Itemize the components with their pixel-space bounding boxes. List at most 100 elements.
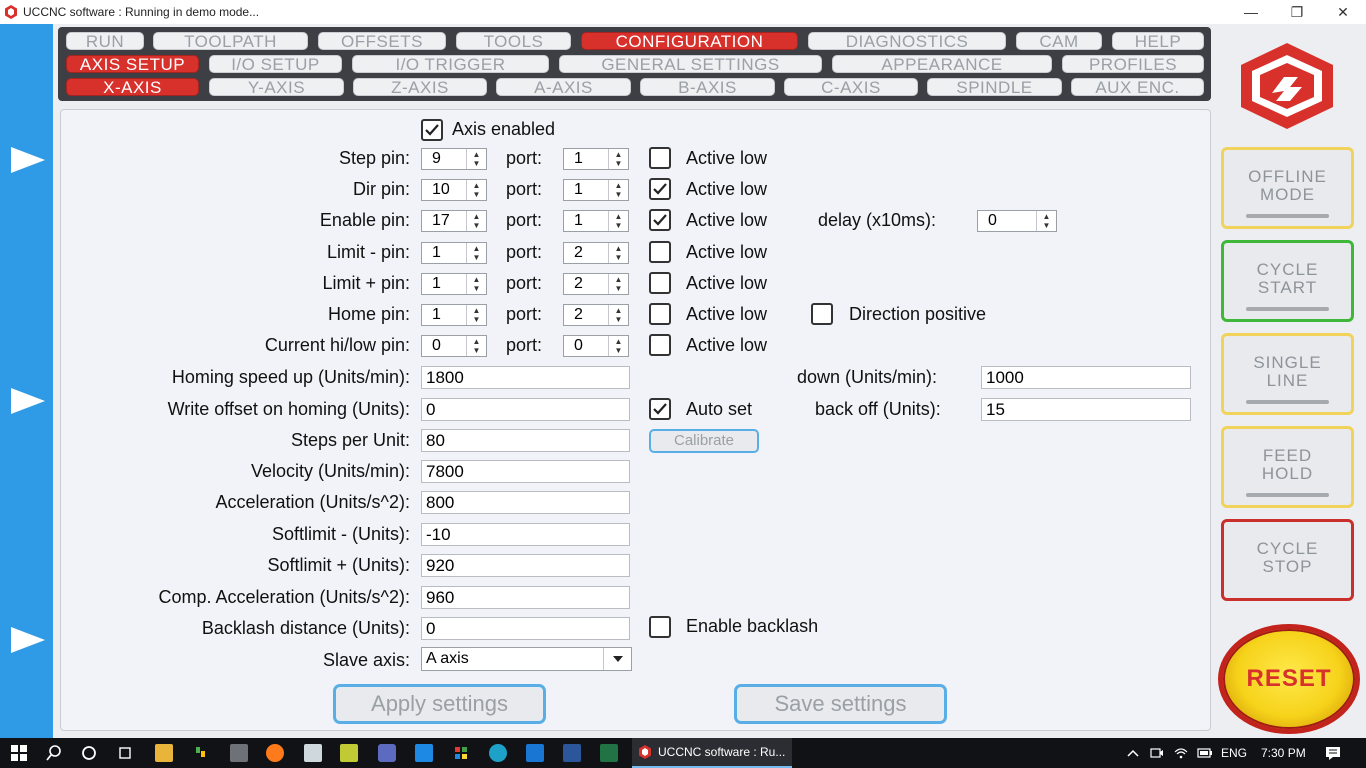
- play-arrow-icon[interactable]: [11, 388, 45, 414]
- tab-io-setup[interactable]: I/O SETUP: [209, 55, 342, 74]
- apply-settings-button[interactable]: Apply settings: [333, 684, 546, 724]
- velocity-field[interactable]: 7800: [421, 460, 630, 483]
- tab-aux-enc[interactable]: AUX ENC.: [1071, 78, 1204, 97]
- active-low-checkbox[interactable]: [649, 209, 671, 231]
- spinner-arrows-icon[interactable]: ▲ ▼: [1036, 211, 1056, 231]
- tab-a-axis[interactable]: A-AXIS: [496, 78, 631, 97]
- meet-now-icon[interactable]: [1148, 744, 1166, 762]
- notifications-icon[interactable]: [1324, 744, 1342, 762]
- spinner-arrows-icon[interactable]: ▲ ▼: [466, 243, 486, 263]
- spinner-arrows-icon[interactable]: ▲ ▼: [608, 149, 628, 169]
- backlash-field[interactable]: 0: [421, 617, 630, 640]
- spinner-arrows-icon[interactable]: ▲ ▼: [608, 305, 628, 325]
- active-low-checkbox[interactable]: [649, 178, 671, 200]
- pinned-app-icon[interactable]: [378, 744, 396, 762]
- tab-profiles[interactable]: PROFILES: [1062, 55, 1204, 74]
- tab-configuration[interactable]: CONFIGURATION: [581, 32, 798, 51]
- tab-c-axis[interactable]: C-AXIS: [784, 78, 918, 97]
- tab-spindle[interactable]: SPINDLE: [927, 78, 1062, 97]
- edge-icon[interactable]: [489, 744, 507, 762]
- tab-appearance[interactable]: APPEARANCE: [832, 55, 1052, 74]
- firefox-icon[interactable]: [266, 744, 284, 762]
- tab-z-axis[interactable]: Z-AXIS: [353, 78, 487, 97]
- port-spinner[interactable]: 1 ▲ ▼: [563, 148, 629, 170]
- excel-icon[interactable]: [600, 744, 618, 762]
- comp-accel-field[interactable]: 960: [421, 586, 630, 609]
- active-low-checkbox[interactable]: [649, 147, 671, 169]
- enable-backlash-checkbox[interactable]: [649, 616, 671, 638]
- tab-tools[interactable]: TOOLS: [456, 32, 571, 51]
- tab-b-axis[interactable]: B-AXIS: [640, 78, 775, 97]
- cycle-stop-button[interactable]: CYCLE STOP: [1221, 519, 1354, 601]
- pin-spinner[interactable]: 1 ▲ ▼: [421, 304, 487, 326]
- language-indicator[interactable]: ENG: [1221, 746, 1247, 760]
- spinner-arrows-icon[interactable]: ▲ ▼: [608, 243, 628, 263]
- minimize-button[interactable]: —: [1228, 0, 1274, 24]
- port-spinner[interactable]: 2 ▲ ▼: [563, 242, 629, 264]
- notes-icon[interactable]: [340, 744, 358, 762]
- notepad-icon[interactable]: [304, 744, 322, 762]
- tab-axis-setup[interactable]: AXIS SETUP: [66, 55, 199, 74]
- save-settings-button[interactable]: Save settings: [734, 684, 947, 724]
- pinned-app-icon[interactable]: [415, 744, 433, 762]
- tab-x-axis[interactable]: X-AXIS: [66, 78, 199, 97]
- tab-diagnostics[interactable]: DIAGNOSTICS: [808, 32, 1006, 51]
- calculator-icon[interactable]: [230, 744, 248, 762]
- reset-button[interactable]: RESET: [1218, 624, 1360, 734]
- pin-spinner[interactable]: 17 ▲ ▼: [421, 210, 487, 232]
- single-line-button[interactable]: SINGLE LINE: [1221, 333, 1354, 415]
- active-low-checkbox[interactable]: [649, 303, 671, 325]
- homing-down-field[interactable]: 1000: [981, 366, 1191, 389]
- tab-help[interactable]: HELP: [1112, 32, 1204, 51]
- maximize-button[interactable]: ❐: [1274, 0, 1320, 24]
- cortana-icon[interactable]: [80, 744, 98, 762]
- spinner-arrows-icon[interactable]: ▲ ▼: [608, 180, 628, 200]
- word-icon[interactable]: [563, 744, 581, 762]
- chevron-down-icon[interactable]: [603, 648, 631, 670]
- offline-mode-button[interactable]: OFFLINE MODE: [1221, 147, 1354, 229]
- spinner-arrows-icon[interactable]: ▲ ▼: [608, 274, 628, 294]
- spinner-arrows-icon[interactable]: ▲ ▼: [466, 149, 486, 169]
- spinner-arrows-icon[interactable]: ▲ ▼: [608, 336, 628, 356]
- spinner-arrows-icon[interactable]: ▲ ▼: [608, 211, 628, 231]
- softlimit-minus-field[interactable]: -10: [421, 523, 630, 546]
- tab-run[interactable]: RUN: [66, 32, 144, 51]
- close-button[interactable]: ✕: [1320, 0, 1366, 24]
- active-low-checkbox[interactable]: [649, 241, 671, 263]
- search-icon[interactable]: [45, 744, 63, 762]
- calibrate-button[interactable]: Calibrate: [649, 429, 759, 453]
- tab-general-settings[interactable]: GENERAL SETTINGS: [559, 55, 822, 74]
- port-spinner[interactable]: 1 ▲ ▼: [563, 210, 629, 232]
- slave-axis-select[interactable]: A axis: [421, 647, 632, 671]
- play-arrow-icon[interactable]: [11, 627, 45, 653]
- spinner-arrows-icon[interactable]: ▲ ▼: [466, 274, 486, 294]
- tab-io-trigger[interactable]: I/O TRIGGER: [352, 55, 549, 74]
- spinner-arrows-icon[interactable]: ▲ ▼: [466, 180, 486, 200]
- homing-up-field[interactable]: 1800: [421, 366, 630, 389]
- pin-spinner[interactable]: 0 ▲ ▼: [421, 335, 487, 357]
- pin-spinner[interactable]: 9 ▲ ▼: [421, 148, 487, 170]
- clock[interactable]: 7:30 PM: [1261, 746, 1306, 760]
- direction-positive-checkbox[interactable]: [811, 303, 833, 325]
- tab-cam[interactable]: CAM: [1016, 32, 1102, 51]
- spinner-arrows-icon[interactable]: ▲ ▼: [466, 211, 486, 231]
- port-spinner[interactable]: 2 ▲ ▼: [563, 304, 629, 326]
- port-spinner[interactable]: 0 ▲ ▼: [563, 335, 629, 357]
- pin-spinner[interactable]: 1 ▲ ▼: [421, 242, 487, 264]
- feed-hold-button[interactable]: FEED HOLD: [1221, 426, 1354, 508]
- port-spinner[interactable]: 2 ▲ ▼: [563, 273, 629, 295]
- delay-spinner[interactable]: 0 ▲ ▼: [977, 210, 1057, 232]
- pin-spinner[interactable]: 10 ▲ ▼: [421, 179, 487, 201]
- play-arrow-icon[interactable]: [11, 147, 45, 173]
- steps-field[interactable]: 80: [421, 429, 630, 452]
- spinner-arrows-icon[interactable]: ▲ ▼: [466, 305, 486, 325]
- battery-icon[interactable]: [1196, 744, 1214, 762]
- active-low-checkbox[interactable]: [649, 334, 671, 356]
- pinned-app-icon[interactable]: [192, 744, 210, 762]
- windows-start-icon[interactable]: [10, 744, 28, 762]
- wifi-icon[interactable]: [1172, 744, 1190, 762]
- task-view-icon[interactable]: [116, 744, 134, 762]
- taskbar-uccnc-app[interactable]: UCCNC software : Ru...: [632, 738, 792, 768]
- tab-offsets[interactable]: OFFSETS: [318, 32, 446, 51]
- auto-set-checkbox[interactable]: [649, 398, 671, 420]
